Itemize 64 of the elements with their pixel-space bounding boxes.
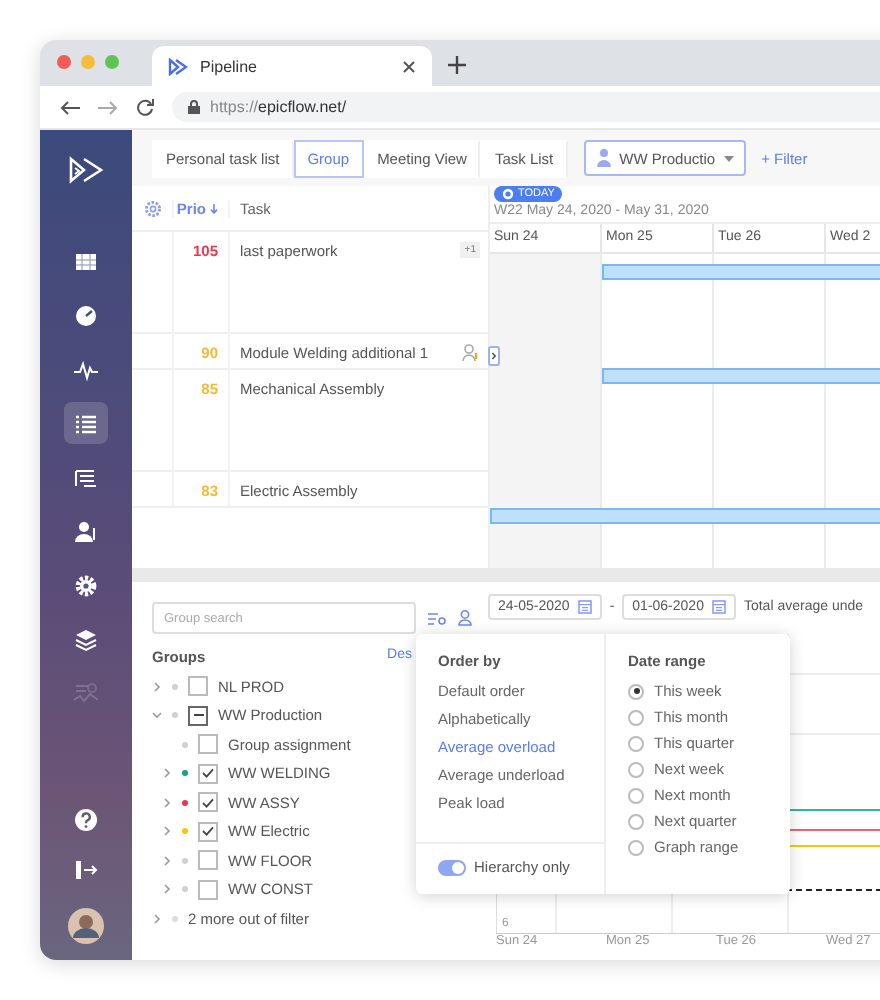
reload-icon[interactable]: [136, 98, 154, 116]
close-icon[interactable]: [402, 59, 416, 73]
checkbox[interactable]: [198, 850, 218, 871]
address-field[interactable]: https://epicflow.net/: [172, 92, 880, 122]
task-bar[interactable]: [602, 264, 880, 280]
plus-icon[interactable]: [448, 56, 466, 74]
tab-title: Pipeline: [200, 57, 259, 75]
radio-button[interactable]: [628, 683, 644, 699]
sort-icon[interactable]: [428, 611, 446, 625]
task-bar[interactable]: [602, 368, 880, 384]
gauge-icon: [74, 303, 98, 327]
layers-icon: [74, 627, 98, 651]
chevron-right-icon[interactable]: [162, 768, 172, 779]
chevron-down-icon[interactable]: [152, 710, 162, 721]
toggle-switch[interactable]: [438, 859, 466, 875]
checkbox[interactable]: [198, 821, 218, 842]
radio-button[interactable]: [628, 709, 644, 725]
logo-icon[interactable]: [68, 156, 104, 184]
tree-list-icon: [74, 465, 98, 489]
back-icon[interactable]: [60, 99, 80, 115]
list-icon: [74, 411, 98, 435]
chevron-right-icon[interactable]: [152, 913, 162, 924]
radio-button[interactable]: [628, 761, 644, 777]
checkbox[interactable]: [198, 734, 218, 755]
radio-button[interactable]: [628, 813, 644, 829]
calendar-icon: [711, 600, 726, 614]
sort-arrow-icon: [210, 203, 218, 213]
checkbox[interactable]: [198, 792, 218, 813]
url-text: https://epicflow.net/: [210, 98, 347, 116]
help-icon[interactable]: [74, 808, 98, 832]
sidebar-item[interactable]: [64, 402, 108, 444]
lock-icon: [188, 100, 200, 114]
task-bar[interactable]: [490, 508, 880, 524]
forward-icon[interactable]: [98, 99, 118, 115]
status-dot: [172, 915, 178, 922]
chevron-right-icon[interactable]: [162, 797, 172, 808]
pulse-icon: [74, 357, 98, 381]
group-icon: [595, 148, 612, 168]
users-icon: [74, 519, 98, 543]
radio-button[interactable]: [628, 735, 644, 751]
caret-icon: [723, 155, 734, 161]
minus-icon: [193, 714, 203, 717]
user-icon[interactable]: [458, 610, 472, 626]
checkbox[interactable]: [198, 879, 218, 900]
scrollbar[interactable]: [132, 568, 880, 582]
grid-icon: [74, 249, 98, 273]
checkbox[interactable]: [188, 676, 208, 697]
chevron-right-icon[interactable]: [162, 884, 172, 895]
browser-tab[interactable]: Pipeline: [152, 46, 432, 86]
settings-icon: [74, 573, 98, 597]
chevron-right-icon[interactable]: [152, 681, 162, 692]
checkbox[interactable]: [188, 705, 208, 726]
settings-icon[interactable]: [143, 199, 161, 217]
avatar-icon[interactable]: [68, 908, 104, 944]
chevron-right-icon[interactable]: [162, 826, 172, 837]
logo-icon: [168, 57, 188, 75]
logout-icon[interactable]: [74, 858, 98, 882]
radio-button[interactable]: [628, 787, 644, 803]
radio-button[interactable]: [628, 839, 644, 855]
calendar-icon: [577, 600, 592, 614]
chevron-right-icon[interactable]: [162, 855, 172, 866]
checkbox[interactable]: [198, 763, 218, 784]
chart-search-icon: [74, 681, 98, 705]
collapse-arrow-icon[interactable]: [488, 346, 500, 366]
